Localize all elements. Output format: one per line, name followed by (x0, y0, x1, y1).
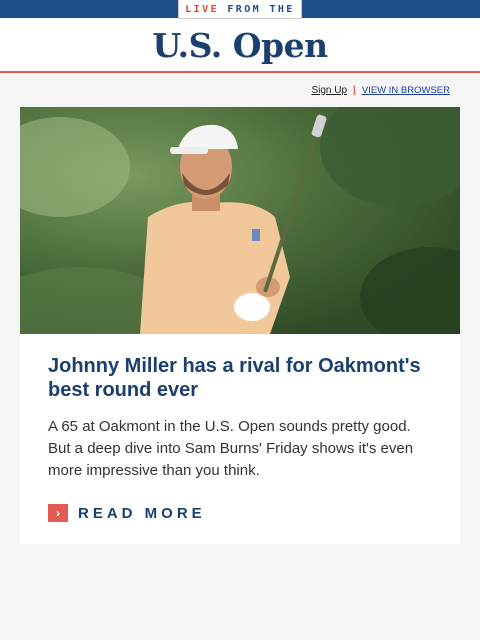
article-summary: A 65 at Oakmont in the U.S. Open sounds … (48, 418, 414, 479)
top-banner: LIVE FROM THE (0, 0, 480, 19)
header: U.S. Open (0, 18, 480, 73)
read-more-label: READ MORE (78, 504, 206, 522)
from-the-label: FROM THE (218, 3, 295, 15)
chevron-right-icon: › (48, 504, 68, 522)
article-card: Johnny Miller has a rival for Oakmont's … (20, 107, 460, 544)
golfer-photo-icon (20, 107, 460, 334)
article-headline[interactable]: Johnny Miller has a rival for Oakmont's … (48, 354, 432, 402)
sign-up-link[interactable]: Sign Up (311, 85, 347, 96)
utility-links: Sign Up | VIEW IN BROWSER (0, 73, 480, 107)
read-more-button[interactable]: › READ MORE (48, 504, 432, 522)
link-divider: | (353, 84, 356, 96)
live-label: LIVE (185, 3, 219, 15)
article-hero-image[interactable] (20, 107, 460, 334)
live-from-the-tag: LIVE FROM THE (178, 0, 302, 19)
view-in-browser-link[interactable]: VIEW IN BROWSER (362, 85, 450, 96)
us-open-logo[interactable]: U.S. Open (152, 26, 328, 65)
